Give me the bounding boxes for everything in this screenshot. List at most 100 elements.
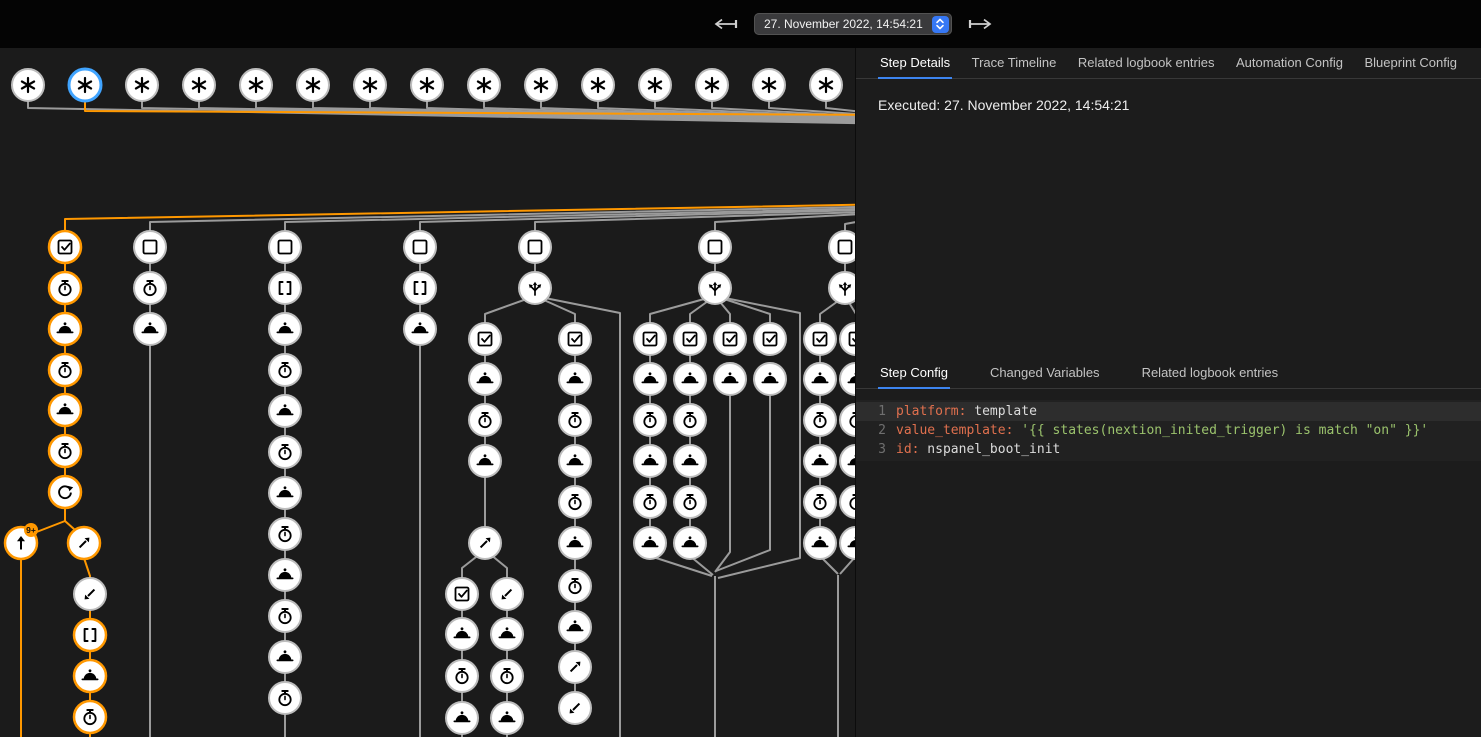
square-node[interactable] [269,231,301,263]
arrow-sw-node[interactable] [559,692,591,724]
service-node[interactable] [674,527,706,559]
trigger-node[interactable] [126,69,158,101]
tab-related-logbook-entries[interactable]: Related logbook entries [1076,48,1217,79]
arrow-ne-node[interactable] [469,527,501,559]
next-trace-button[interactable] [966,15,996,33]
service-node[interactable] [840,527,855,559]
trigger-node[interactable] [810,69,842,101]
tab-trace-timeline[interactable]: Trace Timeline [970,48,1059,79]
service-node[interactable] [840,363,855,395]
service-node[interactable] [269,641,301,673]
service-node[interactable] [446,702,478,734]
service-node[interactable] [804,363,836,395]
service-node[interactable] [714,363,746,395]
service-node[interactable] [491,618,523,650]
delay-node[interactable] [269,436,301,468]
condition-node[interactable] [804,323,836,355]
trigger-node[interactable] [297,69,329,101]
delay-node[interactable] [134,272,166,304]
service-node[interactable] [674,363,706,395]
delay-node[interactable] [559,486,591,518]
condition-node[interactable] [634,323,666,355]
delay-node[interactable] [469,404,501,436]
service-node[interactable] [804,527,836,559]
arrow-ne-node[interactable] [68,527,100,559]
trigger-node[interactable] [183,69,215,101]
trigger-node[interactable] [696,69,728,101]
delay-node[interactable] [634,404,666,436]
service-node[interactable] [134,313,166,345]
trigger-node[interactable] [354,69,386,101]
delay-node[interactable] [269,354,301,386]
condition-node[interactable] [49,231,81,263]
trigger-node[interactable] [12,69,44,101]
brackets-node[interactable] [404,272,436,304]
delay-node[interactable] [49,435,81,467]
service-node[interactable] [559,363,591,395]
service-node[interactable] [559,445,591,477]
condition-node[interactable] [840,323,855,355]
condition-node[interactable] [674,323,706,355]
service-node[interactable] [49,313,81,345]
service-node[interactable] [469,363,501,395]
arrow-up-node[interactable]: 9+ [5,523,38,559]
delay-node[interactable] [74,701,106,733]
condition-node[interactable] [469,323,501,355]
trigger-node[interactable] [468,69,500,101]
arrow-ne-node[interactable] [559,651,591,683]
service-node[interactable] [269,477,301,509]
service-node[interactable] [74,660,106,692]
service-node[interactable] [840,445,855,477]
service-node[interactable] [804,445,836,477]
choose-node[interactable] [699,272,731,304]
brackets-node[interactable] [74,619,106,651]
service-node[interactable] [269,395,301,427]
choose-node[interactable] [829,272,855,304]
delay-node[interactable] [559,570,591,602]
delay-node[interactable] [446,660,478,692]
service-node[interactable] [754,363,786,395]
delay-node[interactable] [674,404,706,436]
square-node[interactable] [519,231,551,263]
delay-node[interactable] [49,272,81,304]
delay-node[interactable] [491,660,523,692]
previous-trace-button[interactable] [710,15,740,33]
delay-node[interactable] [634,486,666,518]
choose-node[interactable] [519,272,551,304]
delay-node[interactable] [269,682,301,714]
delay-node[interactable] [269,518,301,550]
tab-automation-config[interactable]: Automation Config [1234,48,1345,79]
service-node[interactable] [269,559,301,591]
trigger-node[interactable] [240,69,272,101]
service-node[interactable] [634,527,666,559]
service-node[interactable] [674,445,706,477]
arrow-sw-node[interactable] [491,578,523,610]
service-node[interactable] [446,618,478,650]
square-node[interactable] [404,231,436,263]
trigger-node[interactable] [411,69,443,101]
arrow-sw-node[interactable] [74,578,106,610]
tab-step-config[interactable]: Step Config [878,358,950,389]
trigger-node[interactable] [582,69,614,101]
delay-node[interactable] [559,404,591,436]
square-node[interactable] [699,231,731,263]
service-node[interactable] [269,313,301,345]
delay-node[interactable] [269,600,301,632]
service-node[interactable] [634,445,666,477]
condition-node[interactable] [446,578,478,610]
trigger-node[interactable] [525,69,557,101]
service-node[interactable] [634,363,666,395]
service-node[interactable] [491,702,523,734]
brackets-node[interactable] [269,272,301,304]
tab-changed-variables[interactable]: Changed Variables [988,358,1102,389]
delay-node[interactable] [840,404,855,436]
service-node[interactable] [404,313,436,345]
delay-node[interactable] [674,486,706,518]
condition-node[interactable] [754,323,786,355]
service-node[interactable] [469,445,501,477]
delay-node[interactable] [49,354,81,386]
condition-node[interactable] [714,323,746,355]
delay-node[interactable] [804,486,836,518]
square-node[interactable] [134,231,166,263]
delay-node[interactable] [840,486,855,518]
